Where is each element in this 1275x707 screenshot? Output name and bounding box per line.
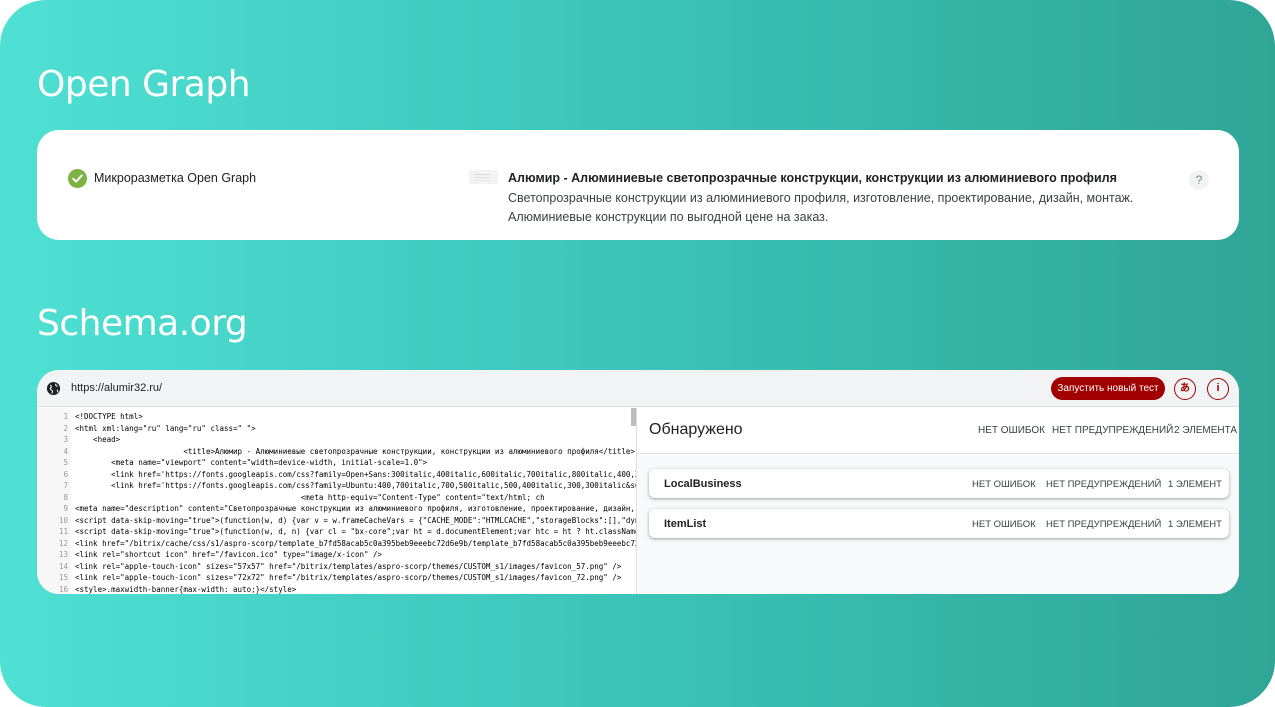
- result-type-name: LocalBusiness: [664, 478, 742, 490]
- detected-title: Обнаружено: [649, 421, 743, 438]
- result-count: 1 ЭЛЕМЕНТ: [1168, 519, 1222, 530]
- result-warnings: НЕТ ПРЕДУПРЕЖДЕНИЙ: [1046, 519, 1162, 530]
- og-preview-title: Алюмир - Алюминиевые светопрозрачные кон…: [508, 171, 1117, 185]
- code-line: 7 <link href='https://fonts.googleapis.c…: [37, 480, 636, 492]
- code-text: <!DOCTYPE html>: [75, 412, 143, 421]
- schema-test-window: https://alumir32.ru/ Запустить новый тес…: [37, 370, 1239, 594]
- line-number: 5: [63, 458, 68, 467]
- code-scrollbar[interactable]: [631, 408, 636, 426]
- line-number: 2: [63, 423, 68, 433]
- result-errors: НЕТ ОШИБОК: [972, 519, 1036, 530]
- code-line: 5 <meta name="viewport" content="width=d…: [37, 457, 631, 469]
- globe-icon: [46, 381, 61, 396]
- help-icon[interactable]: ?: [1189, 170, 1209, 190]
- code-line: 6 <link href='https://fonts.googleapis.c…: [37, 469, 636, 481]
- line-number: 6: [63, 469, 68, 479]
- line-number: 13: [58, 550, 68, 559]
- check-icon: [68, 169, 87, 188]
- info-icon[interactable]: i: [1207, 378, 1229, 400]
- code-line: 14 <link rel="apple-touch-icon" sizes="57…: [37, 561, 631, 573]
- code-line: 10 <script data-skip-moving="true">(funct…: [37, 515, 636, 527]
- code-text: <link href="/bitrix/cache/css/s1/aspro-s…: [75, 538, 637, 548]
- open-graph-card: Микроразметка Open Graph Алюмир - Алюмин…: [37, 130, 1239, 240]
- source-code-pane[interactable]: 1 <!DOCTYPE html> 2 <html xml:lang="ru" lan…: [37, 408, 637, 594]
- tested-url: https://alumir32.ru/: [71, 382, 163, 394]
- code-text: <html xml:lang="ru" lang="ru" class=" ">: [75, 423, 256, 433]
- results-list: LocalBusiness НЕТ ОШИБОК НЕТ ПРЕДУПРЕЖДЕ…: [638, 455, 1239, 594]
- code-text: <link href='https://fonts.googleapis.com…: [75, 481, 637, 490]
- results-header: Обнаружено НЕТ ОШИБОК НЕТ ПРЕДУПРЕЖДЕНИЙ…: [638, 408, 1239, 454]
- code-text: <meta name="viewport" content="width=dev…: [75, 458, 428, 467]
- results-pane: Обнаружено НЕТ ОШИБОК НЕТ ПРЕДУПРЕЖДЕНИЙ…: [638, 408, 1239, 594]
- result-warnings: НЕТ ПРЕДУПРЕЖДЕНИЙ: [1046, 479, 1162, 490]
- code-text: <link rel="shortcut icon" href="/favicon…: [75, 550, 383, 559]
- line-number: 8: [63, 492, 68, 502]
- result-count: 1 ЭЛЕМЕНТ: [1168, 479, 1222, 490]
- line-number: 15: [58, 573, 68, 582]
- code-text: <head>: [75, 435, 121, 444]
- line-number: 3: [63, 435, 68, 444]
- line-number: 16: [58, 584, 68, 594]
- code-line: 8 <meta http-equiv="Content-Type" conten…: [37, 492, 631, 504]
- og-preview-description: Светопрозрачные конструкции из алюминиев…: [508, 191, 1134, 224]
- line-number: 1: [63, 412, 68, 421]
- line-number: 12: [58, 538, 68, 548]
- code-line: 11 <script data-skip-moving="true">(funct…: [37, 526, 636, 538]
- code-text: <meta http-equiv="Content-Type" content=…: [75, 492, 545, 502]
- run-new-test-button[interactable]: Запустить новый тест: [1051, 377, 1165, 400]
- schema-heading: Schema.org: [37, 303, 248, 344]
- og-preview-thumbnail: [469, 170, 498, 184]
- line-number: 11: [58, 527, 68, 536]
- line-number: 10: [58, 515, 68, 525]
- code-text: <script data-skip-moving="true">(functio…: [75, 527, 637, 536]
- code-line: 12 <link href="/bitrix/cache/css/s1/aspro…: [37, 538, 636, 550]
- code-line: 1 <!DOCTYPE html>: [37, 411, 631, 423]
- code-text: <meta name="description" content="Светоп…: [75, 504, 637, 513]
- og-check-label: Микроразметка Open Graph: [94, 171, 257, 185]
- result-row-localbusiness[interactable]: LocalBusiness НЕТ ОШИБОК НЕТ ПРЕДУПРЕЖДЕ…: [649, 469, 1229, 498]
- code-line: 15 <link rel="apple-touch-icon" sizes="72…: [37, 572, 631, 584]
- no-errors-summary: НЕТ ОШИБОК: [978, 425, 1045, 436]
- slide-background: Open Graph Микроразметка Open Graph Алюм…: [0, 0, 1275, 707]
- result-errors: НЕТ ОШИБОК: [972, 479, 1036, 490]
- line-number: 14: [58, 561, 68, 571]
- items-count-summary: 2 ЭЛЕМЕНТА: [1174, 425, 1238, 436]
- code-text: <link rel="apple-touch-icon" sizes="72x7…: [75, 573, 622, 582]
- url-bar: https://alumir32.ru/ Запустить новый тес…: [37, 370, 1239, 407]
- code-text: <title>Алюмир - Алюминиевые светопрозрач…: [75, 446, 635, 456]
- code-line: 13 <link rel="shortcut icon" href="/favic…: [37, 549, 631, 561]
- code-text: <style>.maxwidth-banner{max-width: auto;…: [75, 584, 297, 594]
- result-type-name: ItemList: [664, 518, 707, 530]
- code-line: 16 <style>.maxwidth-banner{max-width: aut…: [37, 584, 631, 595]
- no-warnings-summary: НЕТ ПРЕДУПРЕЖДЕНИЙ: [1052, 425, 1174, 436]
- code-line: 3 <head>: [37, 434, 631, 446]
- open-graph-heading: Open Graph: [37, 64, 251, 105]
- code-line: 2 <html xml:lang="ru" lang="ru" class=" "…: [37, 423, 631, 435]
- code-line: 9 <meta name="description" content="Свето…: [37, 503, 634, 515]
- line-number: 4: [63, 446, 68, 456]
- result-row-itemlist[interactable]: ItemList НЕТ ОШИБОК НЕТ ПРЕДУПРЕЖДЕНИЙ 1…: [649, 509, 1229, 538]
- line-number: 9: [63, 504, 68, 513]
- code-line: 4 <title>Алюмир - Алюминиевые светопрозр…: [37, 446, 634, 458]
- line-number: 7: [63, 481, 68, 490]
- language-icon[interactable]: あ: [1174, 378, 1196, 400]
- code-text: <link rel="apple-touch-icon" sizes="57x5…: [75, 561, 622, 571]
- code-text: <link href='https://fonts.googleapis.com…: [75, 469, 637, 479]
- code-text: <script data-skip-moving="true">(functio…: [75, 515, 637, 525]
